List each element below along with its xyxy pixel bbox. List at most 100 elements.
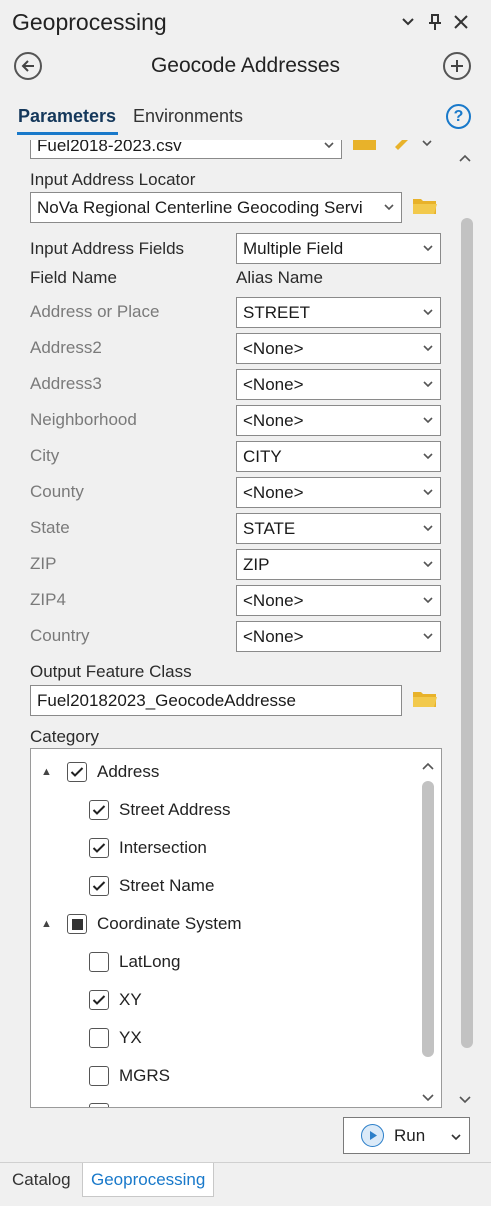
- field-name-1: Address or Place: [30, 302, 160, 321]
- dock-tabs: Catalog Geoprocessing: [0, 1162, 491, 1206]
- address-locator-label: Input Address Locator: [30, 170, 196, 189]
- field-name-5: City: [30, 446, 60, 465]
- chevron-down-icon: [423, 334, 433, 363]
- tree-item-label: Coordinate System: [97, 914, 242, 933]
- tree-item[interactable]: Street Address: [89, 793, 231, 827]
- active-tab-indicator: [17, 132, 118, 135]
- tree-item[interactable]: LatLong: [89, 945, 180, 979]
- tab-geoprocessing[interactable]: Geoprocessing: [82, 1163, 215, 1197]
- tab-environments[interactable]: Environments: [133, 106, 243, 127]
- run-button[interactable]: Run: [343, 1117, 470, 1154]
- checkbox-unchecked-icon[interactable]: [89, 1028, 109, 1048]
- alias-select-8[interactable]: ZIP: [236, 549, 441, 580]
- address-fields-select[interactable]: Multiple Field: [236, 233, 441, 264]
- tree-item-label: YX: [119, 1028, 142, 1047]
- run-label: Run: [394, 1125, 426, 1145]
- tree-item[interactable]: ▲ Address: [41, 755, 159, 789]
- back-arrow-icon[interactable]: [14, 52, 42, 80]
- alias-select-2[interactable]: <None>: [236, 333, 441, 364]
- help-icon[interactable]: ?: [446, 104, 471, 129]
- pencil-icon[interactable]: [392, 140, 412, 155]
- expander-icon[interactable]: ▲: [41, 918, 55, 930]
- alias-select-9[interactable]: <None>: [236, 585, 441, 616]
- field-name-10: Country: [30, 626, 90, 645]
- output-feature-class-value: Fuel20182023_GeocodeAddresse: [37, 691, 296, 710]
- alias-select-4[interactable]: <None>: [236, 405, 441, 436]
- chevron-down-icon[interactable]: [459, 1091, 471, 1109]
- chevron-down-icon[interactable]: [422, 1089, 434, 1107]
- alias-select-7[interactable]: STATE: [236, 513, 441, 544]
- field-name-3: Address3: [30, 374, 102, 393]
- alias-value: <None>: [243, 591, 304, 610]
- tree-item-label: XY: [119, 990, 142, 1009]
- field-name-8: ZIP: [30, 554, 57, 573]
- chevron-up-icon[interactable]: [422, 757, 434, 775]
- alias-value: ZIP: [243, 555, 270, 574]
- tree-item[interactable]: Intersection: [89, 831, 207, 865]
- alias-select-5[interactable]: CITY: [236, 441, 441, 472]
- checkbox-checked-icon[interactable]: [89, 876, 109, 896]
- tree-item[interactable]: YX: [89, 1021, 142, 1055]
- chevron-down-icon: [423, 370, 433, 399]
- folder-icon[interactable]: [412, 689, 440, 715]
- tree-scrollbar-thumb[interactable]: [422, 781, 434, 1057]
- field-name-header: Field Name: [30, 268, 117, 287]
- alias-value: <None>: [243, 627, 304, 646]
- checkbox-partial-next[interactable]: [89, 1103, 109, 1107]
- alias-select-10[interactable]: <None>: [236, 621, 441, 652]
- chevron-up-icon[interactable]: [459, 149, 471, 167]
- folder-icon[interactable]: [412, 196, 440, 222]
- chevron-down-icon: [423, 586, 433, 615]
- tree-item[interactable]: Street Name: [89, 869, 214, 903]
- tree-item-label: LatLong: [119, 952, 181, 971]
- output-feature-class-input[interactable]: Fuel20182023_GeocodeAddresse: [30, 685, 402, 716]
- alias-select-6[interactable]: <None>: [236, 477, 441, 508]
- address-fields-value: Multiple Field: [243, 239, 344, 258]
- chevron-down-icon: [423, 298, 433, 327]
- field-name-4: Neighborhood: [30, 410, 137, 429]
- tab-parameters[interactable]: Parameters: [18, 106, 116, 127]
- address-locator-select[interactable]: NoVa Regional Centerline Geocoding Servi: [30, 192, 402, 223]
- chevron-down-icon: [324, 140, 334, 158]
- checkbox-checked-icon[interactable]: [89, 800, 109, 820]
- tree-item-label: Intersection: [119, 838, 207, 857]
- alias-value: <None>: [243, 339, 304, 358]
- chevron-down-icon[interactable]: [397, 8, 419, 36]
- tree-item-label: Street Name: [119, 876, 215, 895]
- alias-value: <None>: [243, 411, 304, 430]
- checkbox-unchecked-icon[interactable]: [89, 1066, 109, 1086]
- input-table-value: Fuel2018-2023.csv: [37, 140, 182, 155]
- tree-item-label: Street Address: [119, 800, 231, 819]
- close-icon[interactable]: [450, 8, 472, 36]
- checkbox-checked-icon[interactable]: [67, 762, 87, 782]
- alias-select-3[interactable]: <None>: [236, 369, 441, 400]
- category-tree: ▲ Address Street Address Intersection Street…: [30, 748, 442, 1108]
- alias-value: CITY: [243, 447, 282, 466]
- tree-item[interactable]: XY: [89, 983, 142, 1017]
- checkbox-checked-icon[interactable]: [89, 990, 109, 1010]
- alias-value: STREET: [243, 303, 311, 322]
- chevron-down-icon[interactable]: [422, 140, 432, 152]
- alias-select-1[interactable]: STREET: [236, 297, 441, 328]
- input-table-field[interactable]: Fuel2018-2023.csv: [30, 140, 342, 159]
- plus-icon[interactable]: [443, 52, 471, 80]
- tree-item[interactable]: MGRS: [89, 1059, 170, 1093]
- chevron-down-icon: [423, 234, 433, 263]
- tree-item[interactable]: ▲ Coordinate System: [41, 907, 242, 941]
- play-icon: [361, 1124, 384, 1147]
- folder-icon[interactable]: [352, 140, 380, 158]
- pin-icon[interactable]: [424, 8, 446, 36]
- parameter-tabs: Parameters Environments ?: [0, 100, 491, 140]
- chevron-down-icon[interactable]: [451, 1126, 461, 1146]
- alias-value: <None>: [243, 483, 304, 502]
- chevron-down-icon: [423, 550, 433, 579]
- checkbox-checked-icon[interactable]: [89, 838, 109, 858]
- pane-scrollbar-thumb[interactable]: [461, 218, 473, 1048]
- tab-catalog[interactable]: Catalog: [4, 1163, 79, 1197]
- field-name-7: State: [30, 518, 70, 537]
- chevron-down-icon: [423, 406, 433, 435]
- checkbox-unchecked-icon[interactable]: [89, 952, 109, 972]
- checkbox-partial-icon[interactable]: [67, 914, 87, 934]
- tool-header: Geocode Addresses: [0, 46, 491, 88]
- expander-icon[interactable]: ▲: [41, 766, 55, 778]
